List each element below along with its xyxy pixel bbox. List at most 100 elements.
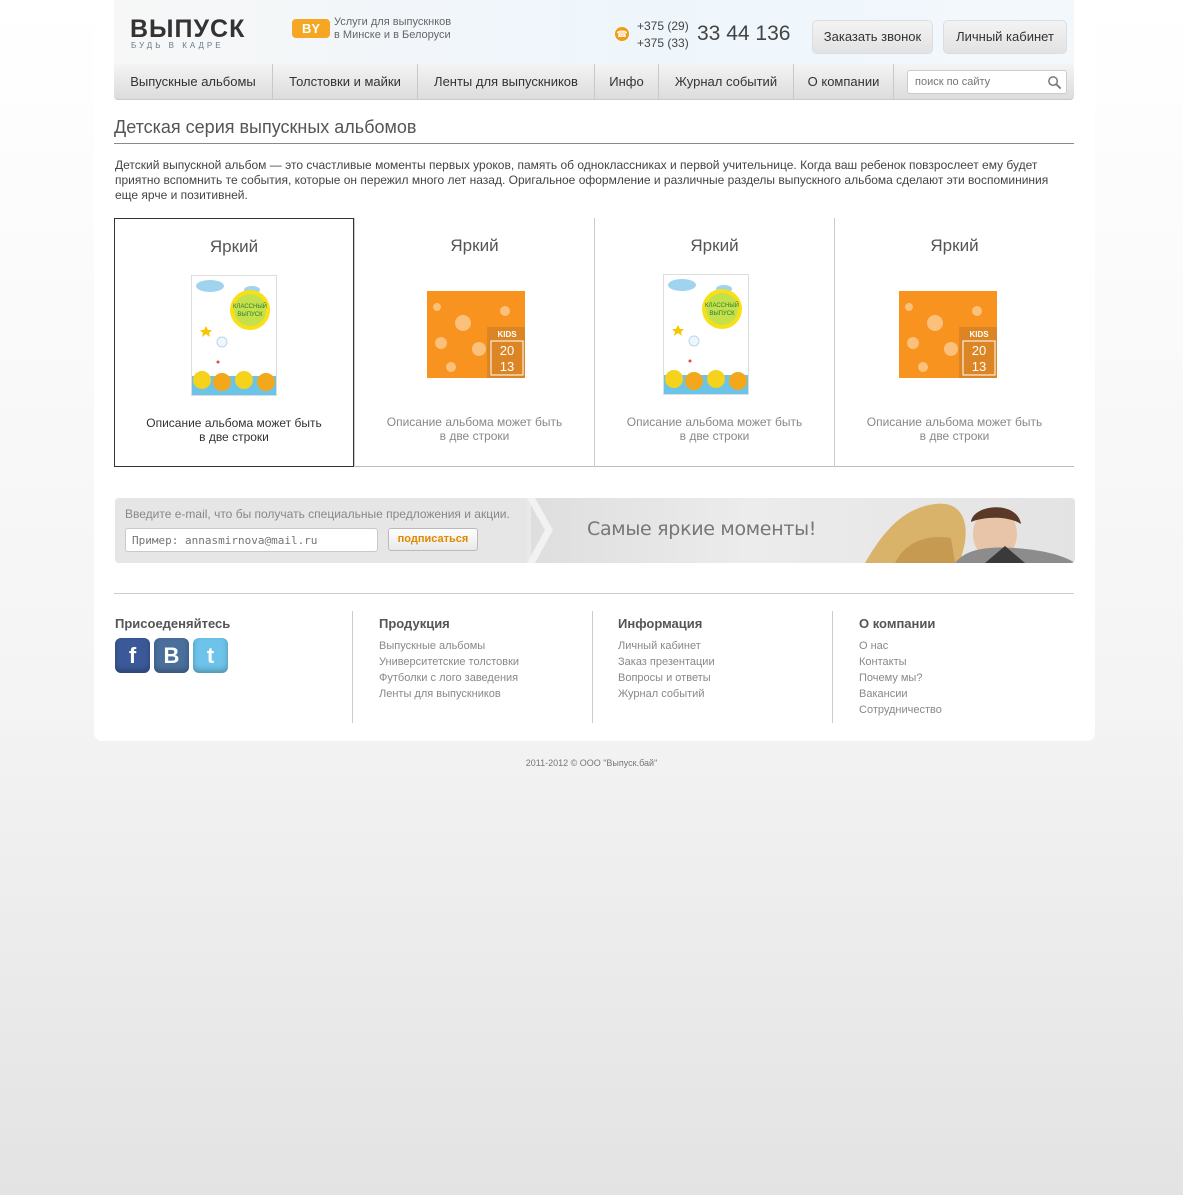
cover-kids-label: KIDS xyxy=(969,330,989,339)
footer-divider xyxy=(114,593,1074,594)
logo[interactable]: ВЫПУСК BY БУДЬ В КАДРЕ xyxy=(130,15,330,54)
cover-illustration: КЛАССНЫЙ ВЫПУСК xyxy=(664,275,748,394)
services-line-1: Услуги для выпускнков xyxy=(334,16,452,28)
footer-social: Присоеденяйтесь f B t xyxy=(115,611,352,723)
cover-year-bottom: 13 xyxy=(500,359,514,374)
footer-company: О компании О нас Контакты Почему мы? Вак… xyxy=(832,611,1074,723)
cover-year-top: 20 xyxy=(972,343,986,358)
facebook-icon[interactable]: f xyxy=(115,638,150,673)
services-text: Услуги для выпускнков в Минске и в Белор… xyxy=(334,16,484,42)
copyright: 2011-2012 © ООО "Выпуск.бай" xyxy=(525,758,658,768)
logo-slogan: БУДЬ В КАДРЕ xyxy=(131,41,224,50)
nav-item-ribbons[interactable]: Ленты для выпускников xyxy=(418,64,595,99)
logo-badge: BY xyxy=(292,19,330,38)
cover-year-top: 20 xyxy=(500,343,514,358)
album-card[interactable]: Яркий KIDS 20 13 Описание альбома может … xyxy=(354,218,594,467)
album-description-line-1: Описание альбома может быть xyxy=(146,416,322,430)
footer-link[interactable]: Вакансии xyxy=(859,686,1074,702)
album-card[interactable]: Яркий KIDS 20 13 Описание альбома может … xyxy=(834,218,1074,467)
logo-text: ВЫПУСК xyxy=(130,15,246,43)
footer-link[interactable]: Контакты xyxy=(859,654,1074,670)
album-description: Описание альбома может быть в две строки xyxy=(115,416,353,444)
album-cover-portrait[interactable]: КЛАССНЫЙ ВЫПУСК xyxy=(663,274,749,395)
footer-link[interactable]: Футболки с лого заведения xyxy=(379,670,592,686)
album-description: Описание альбома может быть в две строки xyxy=(355,415,594,443)
footer-link[interactable]: Почему мы? xyxy=(859,670,1074,686)
album-description-line-1: Описание альбома может быть xyxy=(626,415,803,429)
social-links: f B t xyxy=(115,638,352,673)
email-field[interactable] xyxy=(125,528,378,552)
page-title: Детская серия выпускных альбомов xyxy=(114,117,1074,144)
order-call-button[interactable]: Заказать звонок xyxy=(812,20,933,54)
nav-item-info[interactable]: Инфо xyxy=(595,64,659,99)
banner-photo xyxy=(865,503,1075,563)
album-card[interactable]: Яркий КЛАССНЫЙ ВЫПУСК Описание альбома м… xyxy=(114,218,354,467)
phone-code-2: +375 (33) xyxy=(637,36,689,50)
phone-icon: ☎ xyxy=(615,27,629,41)
search-icon[interactable] xyxy=(1047,75,1062,90)
album-title: Яркий xyxy=(450,236,499,255)
cover-illustration: KIDS 20 13 xyxy=(899,291,997,378)
subscribe-banner: Введите e-mail, что бы получать специаль… xyxy=(115,498,1075,563)
intro-text: Детский выпускной альбом — это счастливы… xyxy=(115,158,1049,202)
cover-badge-line-1: КЛАССНЫЙ xyxy=(705,301,739,309)
cover-badge-line-2: ВЫПУСК xyxy=(237,312,263,318)
footer-products: Продукция Выпускные альбомы Университетс… xyxy=(352,611,592,723)
album-description: Описание альбома может быть в две строки xyxy=(835,415,1074,443)
footer-link[interactable]: Выпускные альбомы xyxy=(379,638,592,654)
album-title: Яркий xyxy=(209,237,259,256)
album-description-line-1: Описание альбома может быть xyxy=(866,415,1043,429)
cover-kids-label: KIDS xyxy=(497,330,517,339)
site-header: ВЫПУСК BY БУДЬ В КАДРЕ Услуги для выпуск… xyxy=(114,0,1074,64)
album-description-line-2: в две строки xyxy=(919,429,990,443)
footer-link[interactable]: Сотрудничество xyxy=(859,702,1074,718)
nav-item-company[interactable]: О компании xyxy=(794,64,894,99)
nav-item-albums[interactable]: Выпускные альбомы xyxy=(114,64,273,99)
album-title: Яркий xyxy=(690,236,739,255)
footer-company-title: О компании xyxy=(859,616,936,631)
search-box xyxy=(907,70,1067,94)
search-input[interactable] xyxy=(908,71,1038,93)
album-description-line-2: в две строки xyxy=(199,430,269,444)
album-title: Яркий xyxy=(930,236,979,255)
cover-illustration: KIDS 20 13 xyxy=(427,291,525,378)
footer-link[interactable]: Университетские толстовки xyxy=(379,654,592,670)
cover-year-bottom: 13 xyxy=(972,359,986,374)
album-cover-square[interactable]: KIDS 20 13 xyxy=(899,291,997,378)
footer-products-title: Продукция xyxy=(379,616,450,631)
phone-codes: +375 (29) +375 (33) xyxy=(637,18,689,52)
vkontakte-icon[interactable]: B xyxy=(154,638,189,673)
cover-badge-line-2: ВЫПУСК xyxy=(709,311,735,317)
footer-link[interactable]: Вопросы и ответы xyxy=(618,670,832,686)
album-description-line-2: в две строки xyxy=(679,429,750,443)
footer-link[interactable]: О нас xyxy=(859,638,1074,654)
footer-link[interactable]: Заказ презентации xyxy=(618,654,832,670)
cover-illustration: КЛАССНЫЙ ВЫПУСК xyxy=(192,276,276,395)
album-card[interactable]: Яркий КЛАССНЫЙ ВЫПУСК Описание альбома м… xyxy=(594,218,834,467)
twitter-icon[interactable]: t xyxy=(193,638,228,673)
footer-link[interactable]: Журнал событий xyxy=(618,686,832,702)
subscribe-form: Введите e-mail, что бы получать специаль… xyxy=(115,498,527,563)
services-line-2: в Минске и в Белоруси xyxy=(334,29,451,41)
personal-cabinet-button[interactable]: Личный кабинет xyxy=(943,20,1067,54)
cover-badge-line-1: КЛАССНЫЙ xyxy=(233,302,267,310)
phone-number: 33 44 136 xyxy=(697,22,791,45)
album-description-line-1: Описание альбома может быть xyxy=(386,415,563,429)
main-nav: Выпускные альбомы Толстовки и майки Лент… xyxy=(114,64,1074,100)
subscribe-label: Введите e-mail, что бы получать специаль… xyxy=(125,507,510,521)
footer-info: Информация Личный кабинет Заказ презента… xyxy=(592,611,832,723)
subscribe-button[interactable]: подписаться xyxy=(388,528,478,551)
nav-item-events[interactable]: Журнал событий xyxy=(659,64,794,99)
footer-link[interactable]: Личный кабинет xyxy=(618,638,832,654)
footer-link[interactable]: Ленты для выпускников xyxy=(379,686,592,702)
nav-item-hoodies[interactable]: Толстовки и майки xyxy=(273,64,418,99)
footer-info-title: Информация xyxy=(618,616,703,631)
album-description: Описание альбома может быть в две строки xyxy=(595,415,834,443)
banner-arrow-divider xyxy=(527,498,553,563)
album-cover-portrait[interactable]: КЛАССНЫЙ ВЫПУСК xyxy=(191,275,277,396)
album-description-line-2: в две строки xyxy=(439,429,510,443)
album-cover-square[interactable]: KIDS 20 13 xyxy=(427,291,525,378)
banner-slogan: Самые яркие моменты! xyxy=(587,518,817,540)
phone-code-1: +375 (29) xyxy=(637,19,689,33)
footer-join-title: Присоеденяйтесь xyxy=(115,616,231,631)
